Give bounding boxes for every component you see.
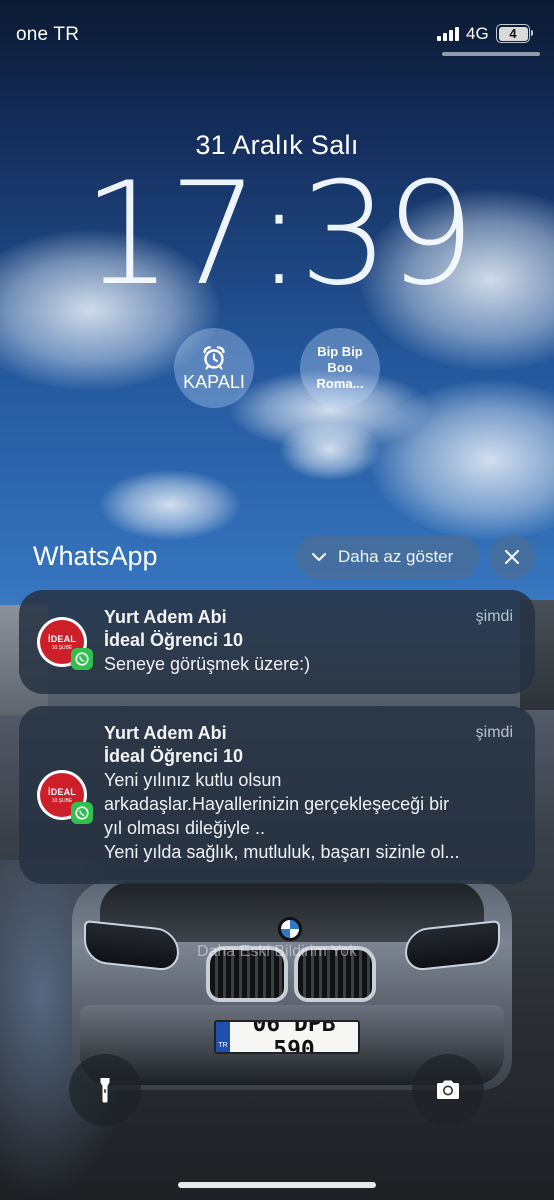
bmw-logo: [278, 917, 302, 941]
camera-icon: [437, 1080, 459, 1099]
camera-button[interactable]: [412, 1054, 484, 1126]
music-widget[interactable]: Bip Bip Boo Roma...: [300, 328, 380, 408]
flashlight-icon: [100, 1078, 110, 1103]
status-bar: one TR 4G 4: [0, 0, 554, 70]
network-type: 4G: [466, 24, 489, 43]
notification-body-line: yıl olması dileğiyle ..: [104, 818, 266, 838]
battery-icon: 4: [496, 24, 533, 43]
notification-body-line: Yeni yılda sağlık, mutluluk, başarı sizi…: [104, 842, 460, 862]
license-plate: TR 06 DPB 590: [214, 1020, 360, 1054]
show-less-button[interactable]: Daha az göster: [296, 535, 479, 579]
signal-strength-icon: [437, 27, 459, 41]
show-less-label: Daha az göster: [338, 547, 454, 566]
notification-body-line: arkadaşlar.Hayallerinizin gerçekleşeceği…: [104, 794, 450, 814]
notification-card[interactable]: İDEAL 10.ŞUBE Yurt Adem Abi İdeal Öğrenc…: [19, 706, 535, 884]
notification-sender: Yurt Adem Abi: [104, 607, 227, 627]
notification-group-title: WhatsApp: [33, 541, 158, 571]
notification-body: Seneye görüşmek üzere:): [104, 654, 311, 674]
alarm-clock-icon: [203, 345, 225, 370]
notification-group: İdeal Öğrenci 10: [104, 630, 244, 650]
lock-time: 17:39: [82, 152, 475, 317]
notification-time: şimdi: [475, 608, 513, 625]
notification-group: İdeal Öğrenci 10: [104, 746, 244, 766]
whatsapp-icon: [71, 648, 93, 670]
carrier-name: one TR: [16, 24, 80, 45]
control-center-handle[interactable]: [442, 52, 540, 56]
notification-card[interactable]: İDEAL 10.ŞUBE Yurt Adem Abi İdeal Öğrenc…: [19, 590, 535, 694]
chevron-down-icon: [311, 552, 327, 562]
alarm-widget[interactable]: KAPALI: [174, 328, 254, 408]
music-widget-label: Bip Bip Boo Roma...: [316, 344, 364, 391]
alarm-widget-label: KAPALI: [183, 371, 245, 392]
notification-sender: Yurt Adem Abi: [104, 723, 227, 743]
whatsapp-icon: [71, 802, 93, 824]
notification-time: şimdi: [475, 724, 513, 741]
clear-notifications-button[interactable]: [489, 535, 535, 579]
home-indicator[interactable]: [178, 1182, 376, 1188]
battery-level: 4: [498, 26, 528, 41]
flashlight-button[interactable]: [69, 1054, 141, 1126]
close-icon: [504, 549, 520, 565]
notification-body-line: Yeni yılınız kutlu olsun: [104, 770, 282, 790]
no-older-notifications: Daha Eski Bildirim Yok: [196, 943, 358, 960]
